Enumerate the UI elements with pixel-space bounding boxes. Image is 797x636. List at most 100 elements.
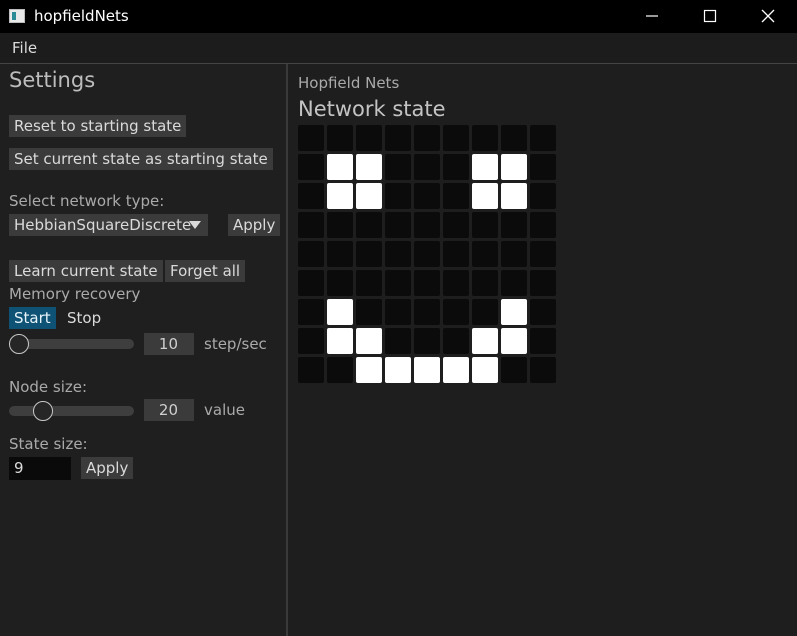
- grid-cell[interactable]: [385, 328, 411, 354]
- grid-cell[interactable]: [472, 212, 498, 238]
- grid-cell[interactable]: [356, 328, 382, 354]
- network-type-select[interactable]: HebbianSquareDiscrete: [9, 214, 208, 236]
- grid-cell[interactable]: [501, 212, 527, 238]
- grid-cell[interactable]: [327, 328, 353, 354]
- grid-cell[interactable]: [530, 212, 556, 238]
- grid-cell[interactable]: [327, 183, 353, 209]
- maximize-button[interactable]: [681, 0, 739, 33]
- grid-cell[interactable]: [530, 299, 556, 325]
- grid-cell[interactable]: [356, 125, 382, 151]
- grid-cell[interactable]: [443, 241, 469, 267]
- grid-cell[interactable]: [327, 241, 353, 267]
- speed-input[interactable]: 10: [144, 333, 194, 355]
- grid-cell[interactable]: [443, 212, 469, 238]
- grid-cell[interactable]: [356, 357, 382, 383]
- grid-cell[interactable]: [298, 183, 324, 209]
- grid-cell[interactable]: [530, 328, 556, 354]
- grid-cell[interactable]: [385, 154, 411, 180]
- grid-cell[interactable]: [385, 299, 411, 325]
- grid-cell[interactable]: [298, 328, 324, 354]
- grid-cell[interactable]: [443, 357, 469, 383]
- grid-cell[interactable]: [443, 125, 469, 151]
- minimize-button[interactable]: [623, 0, 681, 33]
- grid-cell[interactable]: [472, 183, 498, 209]
- grid-cell[interactable]: [414, 241, 440, 267]
- state-size-input[interactable]: 9: [9, 457, 71, 480]
- grid-cell[interactable]: [472, 241, 498, 267]
- grid-cell[interactable]: [530, 125, 556, 151]
- grid-cell[interactable]: [298, 357, 324, 383]
- grid-cell[interactable]: [414, 357, 440, 383]
- learn-button[interactable]: Learn current state: [9, 260, 163, 282]
- grid-cell[interactable]: [530, 183, 556, 209]
- grid-cell[interactable]: [327, 270, 353, 296]
- grid-cell[interactable]: [327, 154, 353, 180]
- grid-cell[interactable]: [414, 299, 440, 325]
- grid-cell[interactable]: [472, 299, 498, 325]
- reset-button[interactable]: Reset to starting state: [9, 115, 187, 137]
- state-apply-button[interactable]: Apply: [81, 457, 134, 479]
- grid-cell[interactable]: [356, 212, 382, 238]
- grid-cell[interactable]: [356, 241, 382, 267]
- grid-cell[interactable]: [530, 154, 556, 180]
- grid-cell[interactable]: [414, 328, 440, 354]
- grid-cell[interactable]: [501, 154, 527, 180]
- grid-cell[interactable]: [298, 299, 324, 325]
- grid-cell[interactable]: [414, 183, 440, 209]
- grid-cell[interactable]: [501, 357, 527, 383]
- grid-cell[interactable]: [501, 270, 527, 296]
- grid-cell[interactable]: [298, 270, 324, 296]
- grid-cell[interactable]: [443, 270, 469, 296]
- grid-cell[interactable]: [356, 270, 382, 296]
- grid-cell[interactable]: [385, 357, 411, 383]
- grid-cell[interactable]: [530, 241, 556, 267]
- grid-cell[interactable]: [327, 357, 353, 383]
- speed-slider-thumb[interactable]: [9, 334, 29, 354]
- grid-cell[interactable]: [414, 270, 440, 296]
- grid-cell[interactable]: [385, 125, 411, 151]
- grid-cell[interactable]: [472, 154, 498, 180]
- grid-cell[interactable]: [443, 328, 469, 354]
- close-button[interactable]: [739, 0, 797, 33]
- grid-cell[interactable]: [472, 125, 498, 151]
- grid-cell[interactable]: [501, 299, 527, 325]
- grid-cell[interactable]: [385, 183, 411, 209]
- grid-cell[interactable]: [501, 183, 527, 209]
- network-apply-button[interactable]: Apply: [228, 214, 281, 236]
- grid-cell[interactable]: [501, 328, 527, 354]
- grid-cell[interactable]: [298, 241, 324, 267]
- grid-cell[interactable]: [356, 183, 382, 209]
- grid-cell[interactable]: [414, 125, 440, 151]
- grid-cell[interactable]: [443, 183, 469, 209]
- grid-cell[interactable]: [530, 357, 556, 383]
- grid-cell[interactable]: [298, 125, 324, 151]
- forget-button[interactable]: Forget all: [165, 260, 246, 282]
- grid-cell[interactable]: [298, 154, 324, 180]
- grid-cell[interactable]: [443, 154, 469, 180]
- grid-cell[interactable]: [530, 270, 556, 296]
- node-size-slider-thumb[interactable]: [33, 401, 54, 421]
- grid-cell[interactable]: [327, 212, 353, 238]
- grid-cell[interactable]: [385, 241, 411, 267]
- set-start-button[interactable]: Set current state as starting state: [9, 148, 273, 170]
- menu-file[interactable]: File: [12, 39, 37, 57]
- grid-cell[interactable]: [501, 125, 527, 151]
- grid-cell[interactable]: [414, 154, 440, 180]
- grid-cell[interactable]: [443, 299, 469, 325]
- node-size-input[interactable]: 20: [144, 399, 194, 421]
- grid-cell[interactable]: [472, 270, 498, 296]
- grid-cell[interactable]: [501, 241, 527, 267]
- node-size-slider[interactable]: [9, 406, 134, 416]
- start-button[interactable]: Start: [9, 307, 56, 329]
- grid-cell[interactable]: [472, 357, 498, 383]
- grid-cell[interactable]: [356, 154, 382, 180]
- grid-cell[interactable]: [298, 212, 324, 238]
- grid-cell[interactable]: [327, 125, 353, 151]
- grid-cell[interactable]: [414, 212, 440, 238]
- grid-cell[interactable]: [385, 212, 411, 238]
- grid-cell[interactable]: [385, 270, 411, 296]
- stop-button[interactable]: Stop: [67, 309, 101, 327]
- grid-cell[interactable]: [327, 299, 353, 325]
- grid-cell[interactable]: [356, 299, 382, 325]
- grid-cell[interactable]: [472, 328, 498, 354]
